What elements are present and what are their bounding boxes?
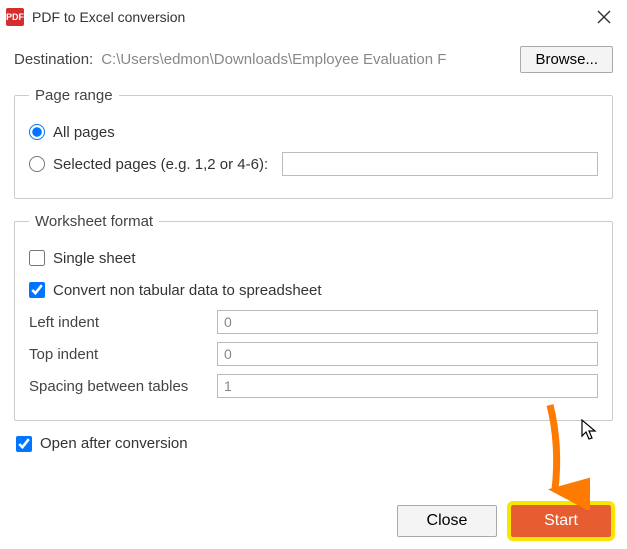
destination-label: Destination:: [14, 51, 93, 68]
open-after-checkbox[interactable]: [16, 436, 32, 452]
selected-pages-input[interactable]: [282, 152, 598, 176]
selected-pages-label: Selected pages (e.g. 1,2 or 4-6):: [53, 156, 268, 173]
single-sheet-checkbox[interactable]: [29, 250, 45, 266]
dialog-footer: Close Start: [397, 505, 611, 537]
convert-non-tabular-label: Convert non tabular data to spreadsheet: [53, 282, 322, 299]
destination-row: Destination: C:\Users\edmon\Downloads\Em…: [14, 46, 613, 73]
spacing-input[interactable]: [217, 374, 598, 398]
top-indent-label: Top indent: [29, 346, 217, 363]
window-title: PDF to Excel conversion: [32, 9, 589, 25]
close-icon: [597, 10, 611, 24]
convert-non-tabular-checkbox[interactable]: [29, 282, 45, 298]
selected-pages-radio[interactable]: [29, 156, 45, 172]
dialog-content: Destination: C:\Users\edmon\Downloads\Em…: [0, 34, 627, 466]
top-indent-input[interactable]: [217, 342, 598, 366]
all-pages-radio[interactable]: [29, 124, 45, 140]
window-close-button[interactable]: [589, 2, 619, 32]
single-sheet-label: Single sheet: [53, 250, 136, 267]
page-range-group: Page range All pages Selected pages (e.g…: [14, 87, 613, 199]
open-after-label: Open after conversion: [40, 435, 188, 452]
start-button[interactable]: Start: [511, 505, 611, 537]
worksheet-format-group: Worksheet format Single sheet Convert no…: [14, 213, 613, 421]
all-pages-label: All pages: [53, 124, 115, 141]
browse-button[interactable]: Browse...: [520, 46, 613, 73]
close-button[interactable]: Close: [397, 505, 497, 537]
pdf-app-icon: PDF: [6, 8, 24, 26]
left-indent-label: Left indent: [29, 314, 217, 331]
spacing-label: Spacing between tables: [29, 378, 217, 395]
destination-path: C:\Users\edmon\Downloads\Employee Evalua…: [101, 51, 512, 68]
left-indent-input[interactable]: [217, 310, 598, 334]
page-range-legend: Page range: [29, 87, 119, 104]
worksheet-format-legend: Worksheet format: [29, 213, 159, 230]
titlebar: PDF PDF to Excel conversion: [0, 0, 627, 34]
